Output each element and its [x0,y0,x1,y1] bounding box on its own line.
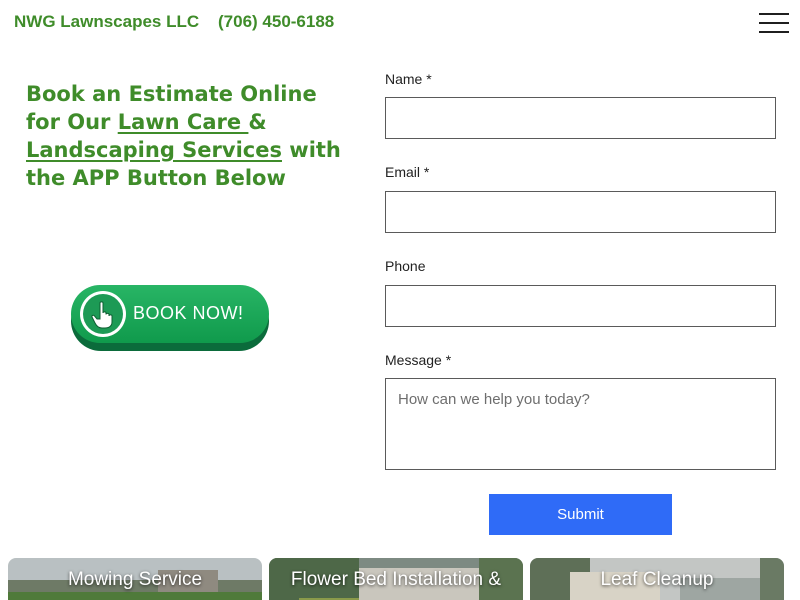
menu-line [759,31,789,33]
phone-label: Phone [385,258,426,274]
email-field[interactable] [385,191,776,233]
service-title: Leaf Cleanup [600,569,714,590]
menu-line [759,22,789,24]
lawn-care-link[interactable]: Lawn Care [118,110,249,134]
name-field[interactable] [385,97,776,139]
service-card-flower-bed[interactable]: Flower Bed Installation & [269,558,523,600]
hero-headline: Book an Estimate Online for Our Lawn Car… [26,80,356,192]
phone-field[interactable] [385,285,776,327]
brand-name[interactable]: NWG Lawnscapes LLC [14,12,199,32]
email-label: Email * [385,164,430,180]
service-title: Mowing Service [67,569,203,590]
headline-text: & [248,110,267,134]
landscaping-services-link[interactable]: Landscaping Services [26,138,282,162]
name-label: Name * [385,71,432,87]
submit-button[interactable]: Submit [489,494,672,535]
pointing-hand-icon [80,291,126,337]
message-label: Message * [385,352,452,368]
menu-line [759,13,789,15]
site-header: NWG Lawnscapes LLC (706) 450-6188 [0,0,800,50]
message-field[interactable] [385,378,776,470]
service-card-leaf-cleanup[interactable]: Leaf Cleanup [530,558,784,600]
service-card-mowing[interactable]: Mowing Service [8,558,262,600]
book-now-button[interactable]: BOOK NOW! [71,285,269,351]
service-title: Flower Bed Installation & [290,569,502,590]
book-now-label: BOOK NOW! [133,303,244,323]
hamburger-menu-icon[interactable] [759,13,789,35]
phone-number[interactable]: (706) 450-6188 [218,12,334,32]
